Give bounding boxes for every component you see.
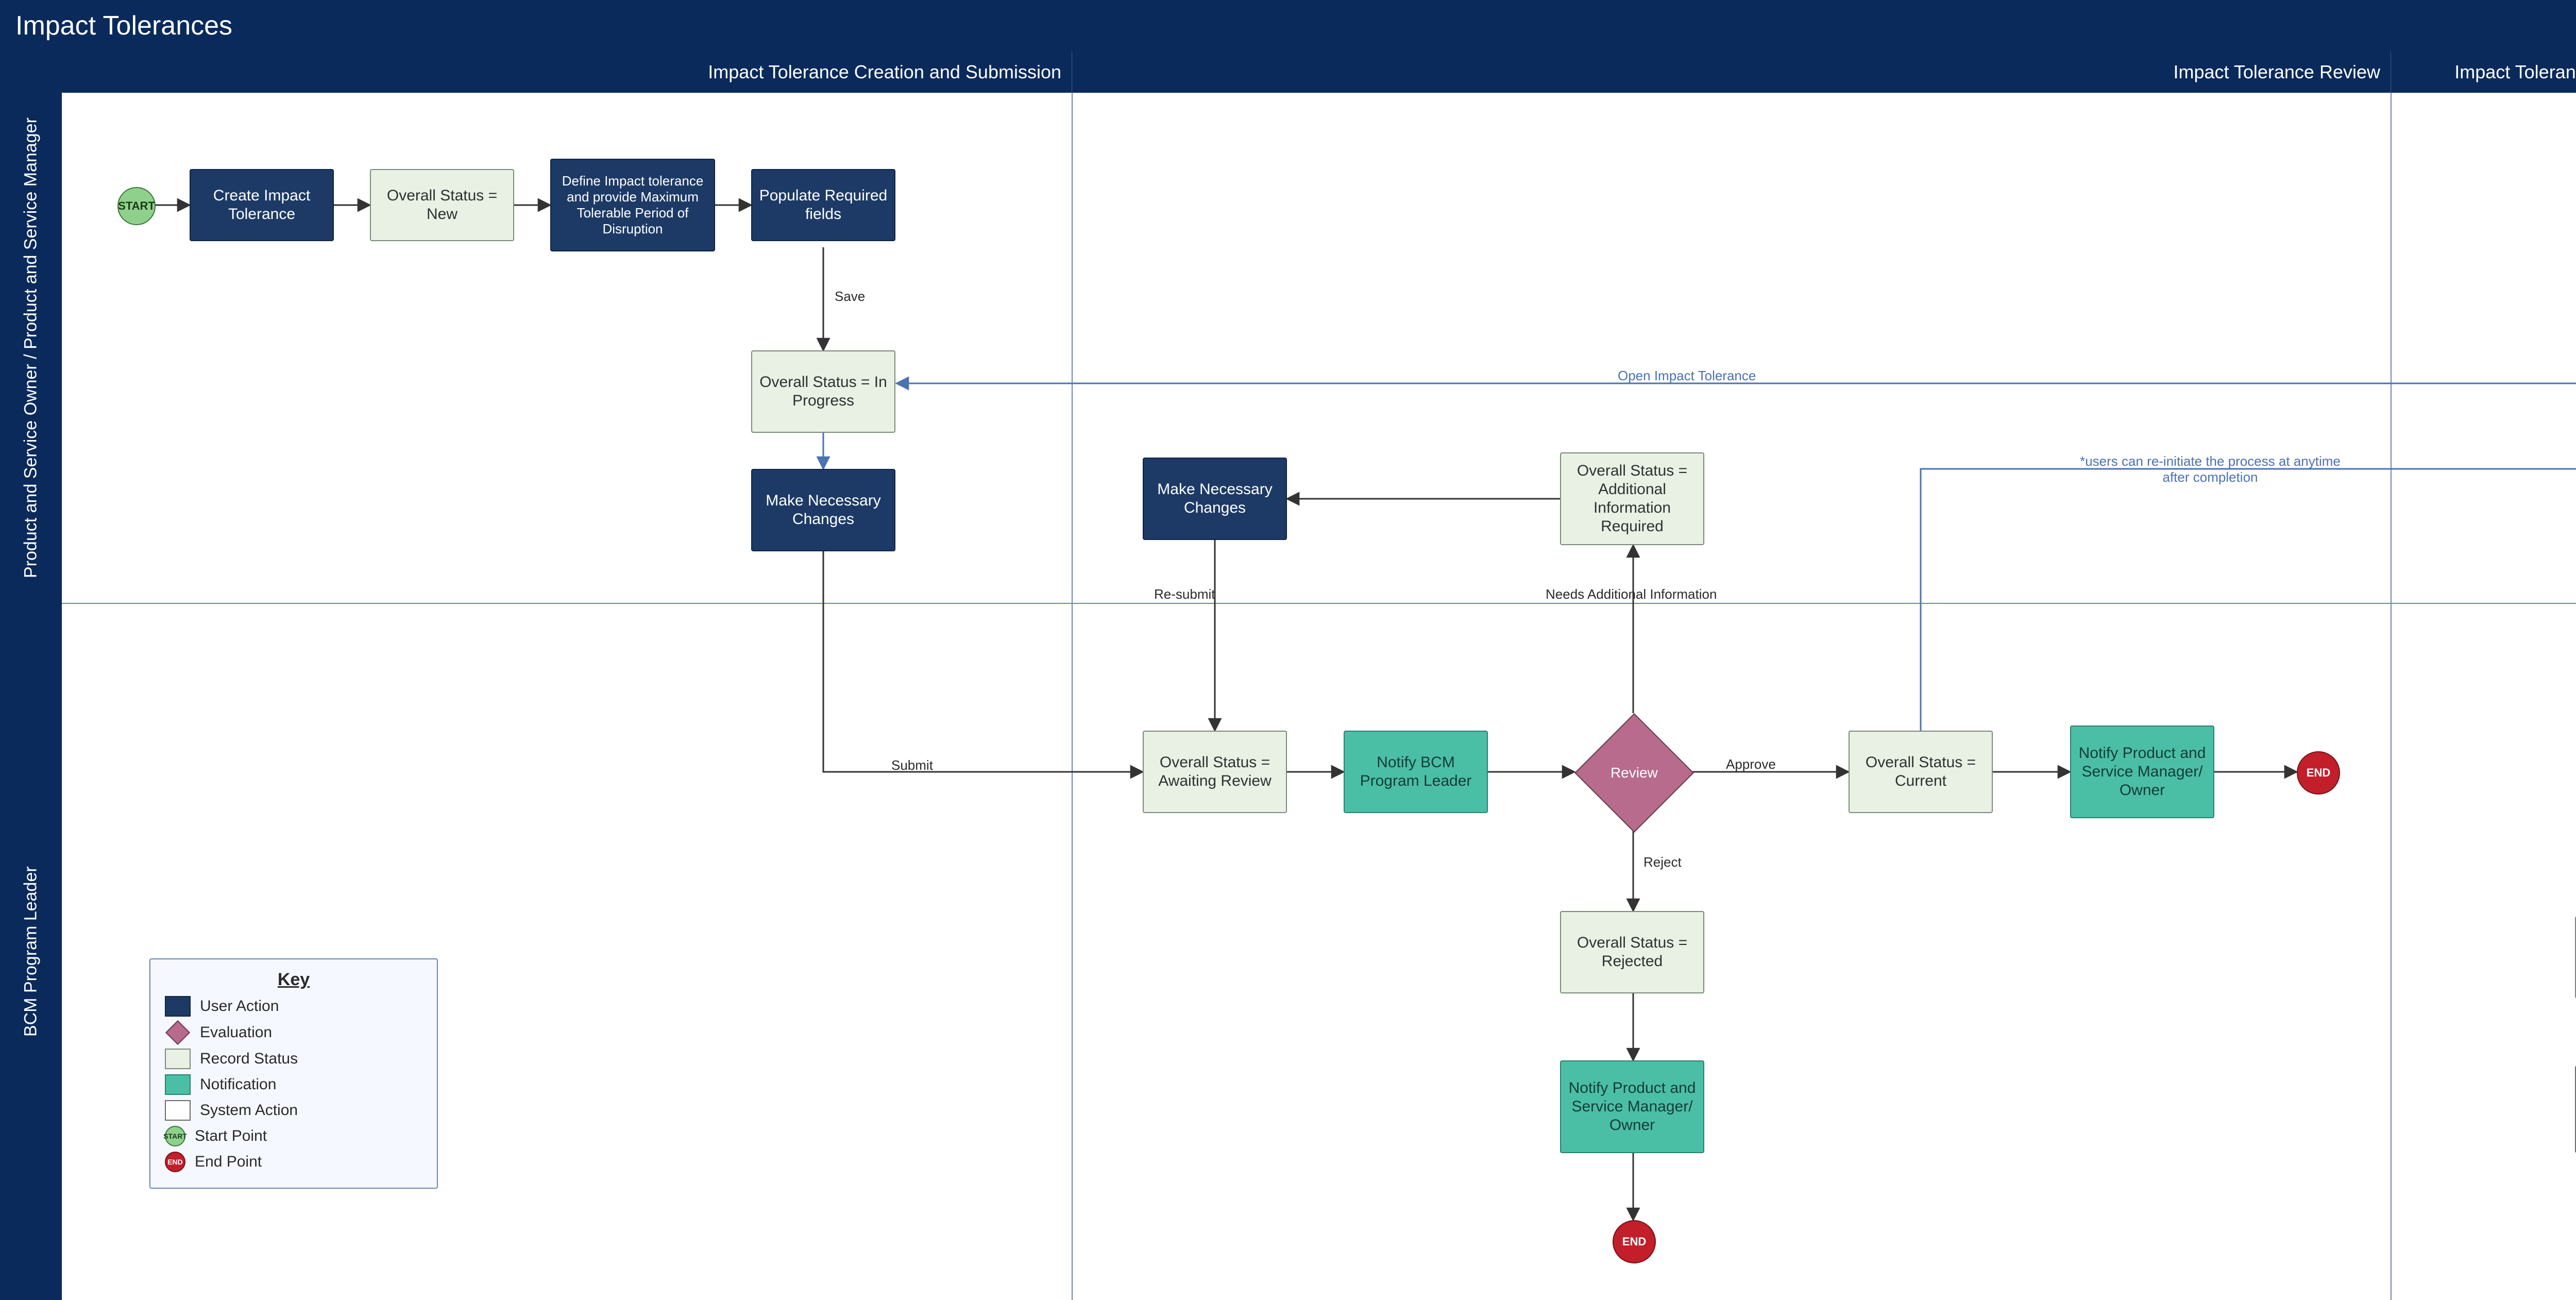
- phase-review: Impact Tolerance Review: [1072, 52, 2391, 93]
- swatch-start: START: [165, 1126, 185, 1146]
- legend-label-end: End Point: [195, 1153, 262, 1171]
- status-current: Overall Status = Current: [1849, 731, 1993, 813]
- edge-label-reject: Reject: [1643, 854, 1682, 870]
- status-awaiting-review: Overall Status = Awaiting Review: [1143, 731, 1287, 813]
- diagram-canvas: START Create Impact Tolerance Overall St…: [62, 93, 2576, 1300]
- action-create-impact-tolerance: Create Impact Tolerance: [190, 169, 334, 241]
- swatch-status: [165, 1049, 191, 1069]
- phase-header-row: Impact Tolerance Creation and Submission…: [62, 52, 2576, 93]
- start-point: START: [117, 187, 156, 225]
- edge-label-open-impact-tolerance: Open Impact Tolerance: [1618, 368, 1756, 384]
- legend-row-eval: Evaluation: [165, 1022, 422, 1043]
- legend-row-system: System Action: [165, 1100, 422, 1121]
- status-rejected: Overall Status = Rejected: [1560, 911, 1704, 993]
- action-define-tolerance: Define Impact tolerance and provide Maxi…: [550, 159, 715, 251]
- notify-owner-rejected: Notify Product and Service Manager/ Owne…: [1560, 1060, 1704, 1153]
- action-make-changes-2: Make Necessary Changes: [1143, 458, 1287, 540]
- swatch-action: [165, 996, 191, 1017]
- notify-owner-approved: Notify Product and Service Manager/ Owne…: [2070, 725, 2214, 818]
- end-point-rejected: END: [1613, 1220, 1656, 1263]
- note-reinitiate: *users can re-initiate the process at an…: [2076, 453, 2344, 485]
- diagram-root: Impact Tolerances Product and Service Ow…: [0, 0, 2576, 1300]
- legend-row-notify: Notification: [165, 1074, 422, 1095]
- phase-creation: Impact Tolerance Creation and Submission: [62, 52, 1072, 93]
- legend-label-action: User Action: [200, 998, 279, 1015]
- legend-row-status: Record Status: [165, 1049, 422, 1069]
- end-point-approved: END: [2297, 751, 2340, 795]
- legend-label-notify: Notification: [200, 1076, 276, 1093]
- swatch-system: [165, 1100, 191, 1121]
- edge-label-approve: Approve: [1726, 756, 1776, 772]
- edge-label-resubmit: Re-submit: [1154, 586, 1215, 602]
- status-new: Overall Status = New: [370, 169, 514, 241]
- swimlane-label-bcm: BCM Program Leader: [0, 603, 62, 1300]
- decision-review-label: Review: [1611, 765, 1658, 781]
- legend-row-action: User Action: [165, 996, 422, 1017]
- action-make-changes-1: Make Necessary Changes: [751, 469, 895, 551]
- edge-label-save: Save: [835, 289, 865, 305]
- status-additional-info: Overall Status = Additional Information …: [1560, 452, 1704, 545]
- legend-row-end: END End Point: [165, 1152, 422, 1172]
- legend-row-start: START Start Point: [165, 1126, 422, 1146]
- legend-label-status: Record Status: [200, 1050, 298, 1068]
- swatch-eval: [165, 1020, 190, 1045]
- legend-label-eval: Evaluation: [200, 1024, 272, 1041]
- phase-expiration: Impact Tolerance Expiration and Initiati…: [2391, 52, 2576, 93]
- connectors: [62, 93, 2576, 1300]
- legend-label-system: System Action: [200, 1102, 298, 1119]
- swatch-end: END: [165, 1152, 185, 1172]
- edge-label-needs-info: Needs Additional Information: [1546, 586, 1717, 602]
- action-populate-fields: Populate Required fields: [751, 169, 895, 241]
- status-in-progress: Overall Status = In Progress: [751, 350, 895, 433]
- swatch-notify: [165, 1074, 191, 1095]
- page-title: Impact Tolerances: [0, 0, 2576, 52]
- edge-label-submit: Submit: [891, 757, 933, 773]
- legend-label-start: Start Point: [195, 1127, 267, 1145]
- swimlane-header-column: Product and Service Owner / Product and …: [0, 52, 62, 1300]
- legend-title: Key: [165, 970, 422, 990]
- swimlane-label-owner: Product and Service Owner / Product and …: [0, 93, 62, 603]
- legend-key: Key User Action Evaluation Record Status…: [149, 958, 438, 1189]
- notify-bcm-leader: Notify BCM Program Leader: [1344, 731, 1488, 813]
